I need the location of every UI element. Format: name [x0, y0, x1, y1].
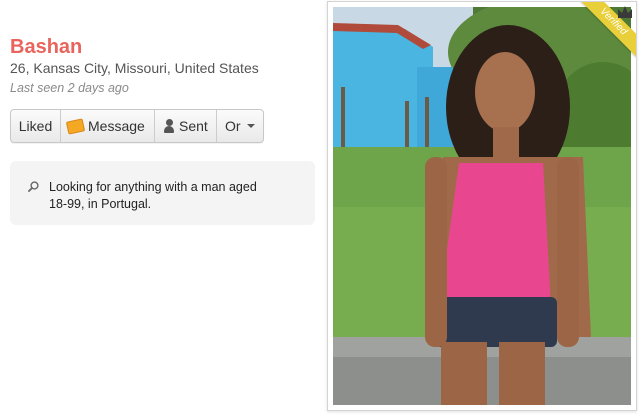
message-icon — [65, 117, 86, 135]
message-button[interactable]: Message — [60, 110, 154, 142]
looking-for-box: Looking for anything with a man aged 18-… — [10, 161, 315, 225]
crown-icon — [618, 6, 632, 18]
looking-for-text: Looking for anything with a man aged 18-… — [49, 180, 257, 211]
profile-photo-image — [333, 7, 631, 405]
or-dropdown-button[interactable]: Or — [216, 110, 263, 142]
or-label: Or — [225, 118, 241, 134]
profile-name: Bashan — [10, 36, 83, 58]
verified-badge: Verified — [580, 2, 636, 58]
search-icon — [28, 181, 39, 192]
action-button-group: Liked Message Sent Or — [10, 109, 264, 143]
profile-photo-frame[interactable]: Verified — [327, 1, 637, 411]
profile-photo[interactable] — [333, 7, 631, 405]
caret-down-icon — [246, 124, 255, 128]
sent-button[interactable]: Sent — [154, 110, 216, 142]
person-icon — [163, 119, 175, 133]
sent-label: Sent — [179, 118, 208, 134]
profile-details: 26, Kansas City, Missouri, United States — [10, 60, 259, 76]
liked-label: Liked — [18, 118, 53, 134]
last-seen: Last seen 2 days ago — [10, 81, 129, 95]
liked-button[interactable]: Liked — [11, 110, 60, 142]
message-label: Message — [88, 118, 145, 134]
